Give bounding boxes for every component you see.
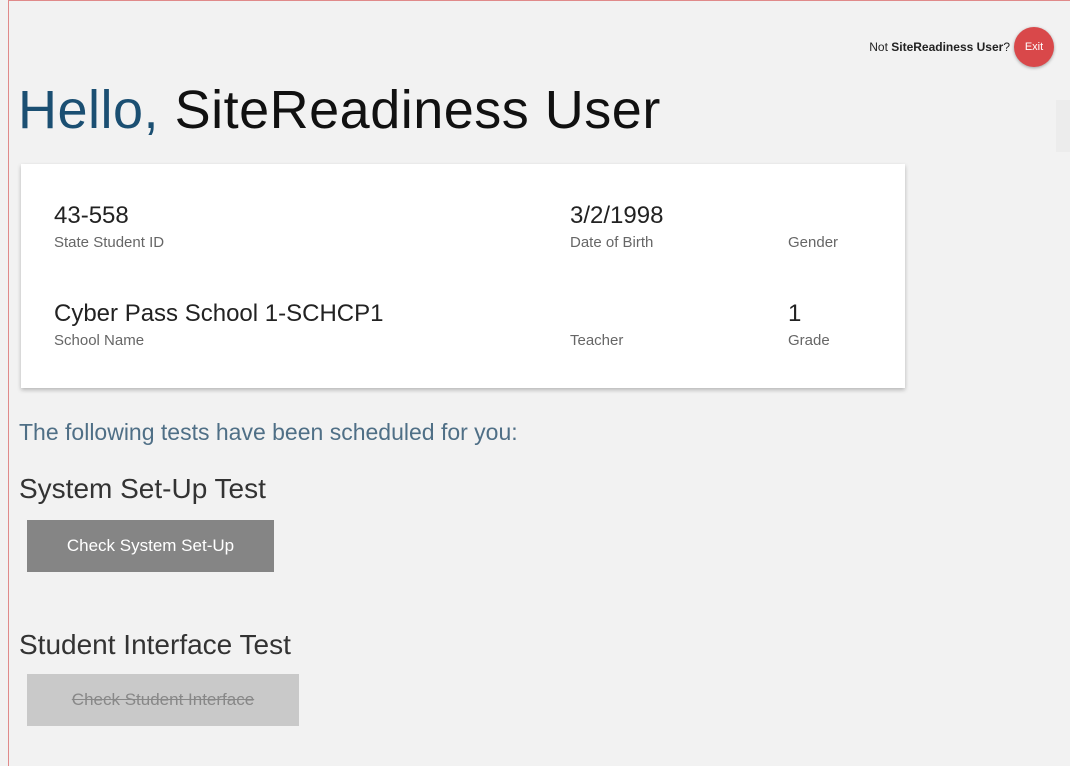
- user-bar: Not SiteReadiness User? Exit: [869, 27, 1054, 67]
- interface-test-title: Student Interface Test: [19, 629, 291, 660]
- not-prefix: Not: [869, 40, 892, 54]
- student-id-value: 43-558: [54, 202, 129, 229]
- teacher-field: Teacher: [570, 300, 623, 349]
- page-title: Hello, SiteReadiness User: [18, 78, 661, 143]
- student-id-field: 43-558 State Student ID: [54, 202, 164, 251]
- check-student-interface-button: Check Student Interface: [27, 674, 299, 726]
- grade-field: 1 Grade: [788, 300, 830, 349]
- greeting-name: SiteReadiness User: [174, 80, 661, 140]
- school-value: Cyber Pass School 1-SCHCP1: [54, 300, 384, 327]
- greeting-hello: Hello,: [18, 80, 160, 140]
- dob-label: Date of Birth: [570, 234, 654, 251]
- not-suffix: ?: [1003, 40, 1010, 54]
- student-info-card: 43-558 State Student ID 3/2/1998 Date of…: [21, 164, 905, 388]
- gender-label: Gender: [788, 234, 839, 251]
- exit-button[interactable]: Exit: [1014, 27, 1054, 67]
- grade-value: 1: [788, 300, 802, 327]
- teacher-label: Teacher: [570, 332, 624, 349]
- school-label: School Name: [54, 332, 145, 349]
- dob-field: 3/2/1998 Date of Birth: [570, 202, 663, 251]
- gender-value: [788, 202, 838, 230]
- not-user-text: Not SiteReadiness User?: [869, 40, 1010, 54]
- school-field: Cyber Pass School 1-SCHCP1 School Name: [54, 300, 383, 349]
- scroll-edge: [1056, 100, 1070, 152]
- system-test-title: System Set-Up Test: [19, 473, 266, 504]
- gender-field: Gender: [788, 202, 838, 251]
- dob-value: 3/2/1998: [570, 202, 664, 229]
- not-user-name: SiteReadiness User: [891, 40, 1004, 54]
- scheduled-tests-heading: The following tests have been scheduled …: [19, 419, 518, 445]
- check-system-setup-button[interactable]: Check System Set-Up: [27, 520, 274, 572]
- student-id-label: State Student ID: [54, 234, 165, 251]
- grade-label: Grade: [788, 332, 830, 349]
- teacher-value: [570, 300, 623, 328]
